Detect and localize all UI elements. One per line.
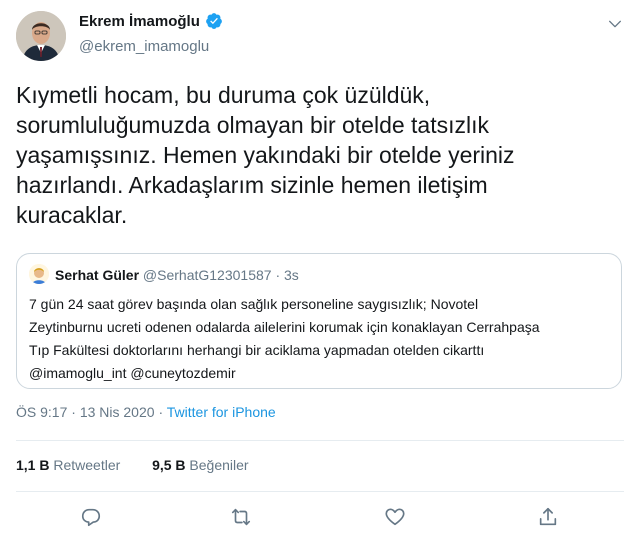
quote-header: Serhat Güler @SerhatG12301587 · 3s <box>55 267 299 283</box>
author-name[interactable]: Ekrem İmamoğlu <box>79 12 223 30</box>
retweets-count: 1,1 B <box>16 457 50 473</box>
meta-separator: · <box>71 404 76 420</box>
verified-badge-icon <box>205 12 223 30</box>
divider <box>16 491 624 492</box>
reply-icon[interactable] <box>80 506 104 530</box>
likes-label: Beğeniler <box>189 457 249 473</box>
quote-text: 7 gün 24 saat görev başında olan sağlık … <box>29 296 540 381</box>
retweets-stat[interactable]: 1,1 B Retweetler <box>16 457 124 473</box>
tweet-meta: ÖS 9:17 · 13 Nis 2020 · Twitter for iPho… <box>16 404 276 420</box>
tweet-stats: 1,1 B Retweetler 9,5 B Beğeniler <box>16 457 249 473</box>
avatar[interactable] <box>16 11 66 61</box>
tweet-text: Kıymetli hocam, bu duruma çok üzüldük, s… <box>16 82 515 228</box>
likes-count: 9,5 B <box>152 457 186 473</box>
tweet-time[interactable]: ÖS 9:17 <box>16 404 67 420</box>
quote-author-handle: @SerhatG12301587 <box>142 267 272 283</box>
quoted-tweet[interactable]: Serhat Güler @SerhatG12301587 · 3s 7 gün… <box>16 253 622 389</box>
retweet-icon[interactable] <box>230 506 254 530</box>
quote-author-name: Serhat Güler <box>55 267 140 283</box>
tweet-date[interactable]: 13 Nis 2020 <box>80 404 155 420</box>
tweet-source-link[interactable]: Twitter for iPhone <box>167 404 276 420</box>
divider <box>16 440 624 441</box>
likes-stat[interactable]: 9,5 B Beğeniler <box>152 457 249 473</box>
quote-avatar <box>29 264 49 284</box>
share-icon[interactable] <box>537 506 561 530</box>
quote-time: 3s <box>284 267 299 283</box>
chevron-down-icon[interactable] <box>607 16 623 32</box>
retweets-label: Retweetler <box>53 457 121 473</box>
quote-separator: · <box>275 267 281 283</box>
author-display-name[interactable]: Ekrem İmamoğlu <box>79 13 200 30</box>
meta-separator: · <box>158 404 164 420</box>
author-handle[interactable]: @ekrem_imamoglu <box>79 38 209 55</box>
like-icon[interactable] <box>384 506 408 530</box>
